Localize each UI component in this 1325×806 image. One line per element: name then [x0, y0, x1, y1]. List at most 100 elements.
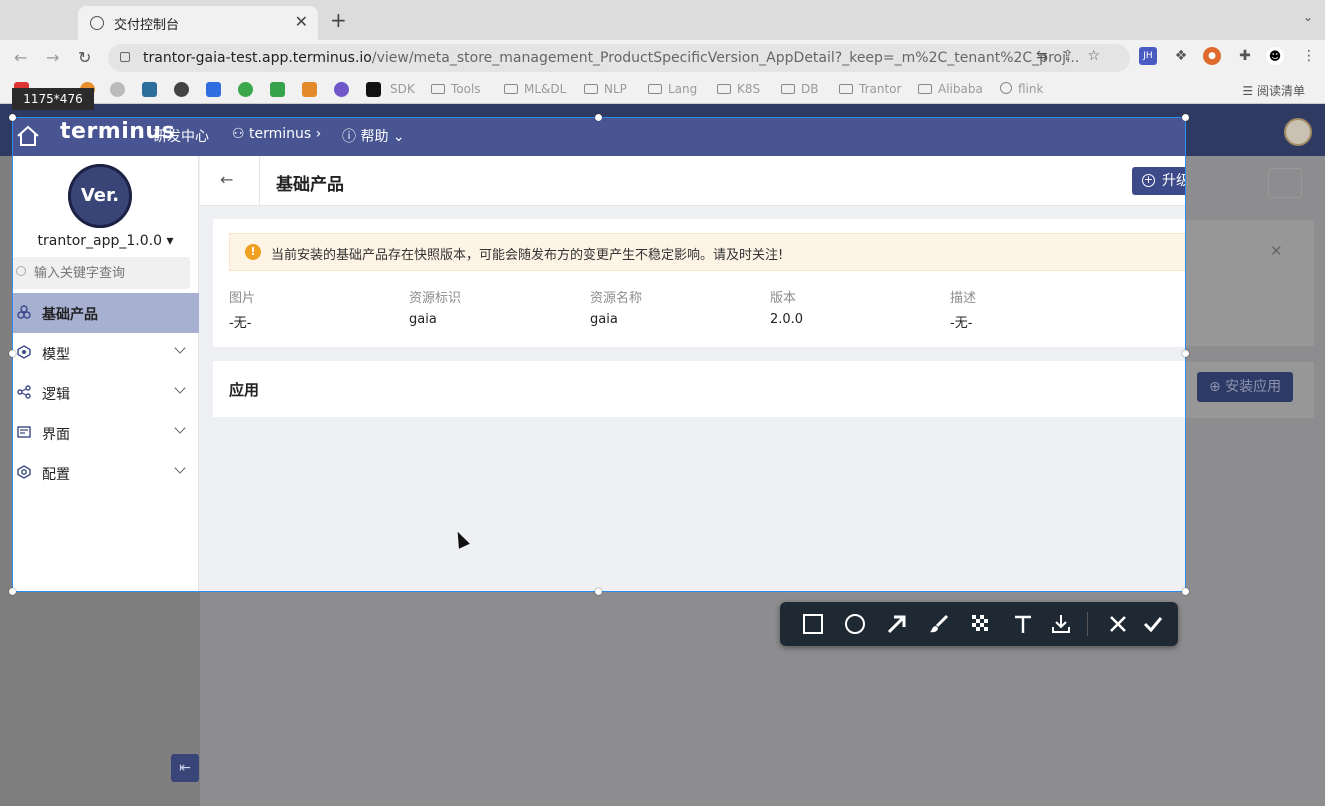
text-tool-icon[interactable]	[1011, 612, 1035, 636]
nav-dev-center[interactable]: 研发中心	[153, 126, 209, 146]
resize-handle[interactable]	[595, 114, 602, 121]
bookmark-db[interactable]: DB	[781, 82, 818, 96]
extension-puzzle-outline-icon[interactable]: ❖	[1172, 47, 1190, 65]
alert-message: 当前安装的基础产品存在快照版本，可能会随发布方的变更产生不稳定影响。请及时关注!	[271, 248, 784, 263]
plus-circle-icon: ⊕	[1209, 379, 1226, 395]
bookmark-flink[interactable]: flink	[1000, 82, 1043, 96]
back-arrow-icon[interactable]: ←	[220, 170, 233, 189]
collapse-sidebar-icon[interactable]: ⇤	[171, 754, 199, 782]
github-icon[interactable]	[110, 82, 125, 97]
sidebar-item-logic[interactable]: 逻辑	[12, 373, 199, 413]
profile-avatar-icon[interactable]: ☻	[1266, 47, 1284, 65]
bookmark-sdk[interactable]: SDK	[390, 82, 415, 96]
download-tool-icon[interactable]	[1049, 612, 1073, 636]
sidebar-search[interactable]	[12, 257, 190, 289]
resize-handle[interactable]	[9, 350, 16, 357]
product-info-card: ! 当前安装的基础产品存在快照版本，可能会随发布方的变更产生不稳定影响。请及时关…	[213, 219, 1186, 347]
browser-tabstrip: 交付控制台 ✕ + ⌄	[0, 0, 1325, 40]
browser-tab[interactable]: 交付控制台 ✕	[78, 6, 318, 40]
jetbrains-icon[interactable]	[366, 82, 381, 97]
bookmark-k8s[interactable]: K8S	[717, 82, 760, 96]
bookmarks-bar: SDK Tools ML&DL NLP Lang K8S DB Trantor …	[0, 76, 1325, 104]
sidebar-item-model[interactable]: 模型	[12, 333, 199, 373]
install-app-button[interactable]: ⊕ 安装应用	[1197, 372, 1293, 402]
field-value: -无-	[229, 316, 252, 331]
cancel-capture-icon[interactable]	[1106, 612, 1130, 636]
bookmark-green-icon[interactable]	[238, 82, 253, 97]
resize-handle[interactable]	[595, 588, 602, 595]
confirm-capture-icon[interactable]	[1141, 612, 1165, 636]
field-label: 描述	[950, 291, 977, 306]
new-tab-button[interactable]: +	[330, 8, 347, 32]
forward-arrow-icon[interactable]: →	[46, 48, 59, 67]
bookmark-flame-icon[interactable]	[302, 82, 317, 97]
chevron-down-icon	[174, 462, 186, 474]
extensions-icon[interactable]: ✚	[1236, 47, 1254, 65]
tab-search-chevron-icon[interactable]: ⌄	[1303, 10, 1313, 24]
sidebar-search-input[interactable]	[34, 257, 184, 289]
main-content: ← 基础产品 +升级产品 ! 当前安装的基础产品存在快照版本，可能会随发布方的变…	[200, 156, 1186, 592]
extension-jh-icon[interactable]: JH	[1139, 47, 1157, 65]
upgrade-product-button[interactable]: +升级产品	[1132, 167, 1186, 195]
back-arrow-icon[interactable]: ←	[14, 48, 27, 67]
version-badge: Ver.	[68, 164, 132, 228]
nav-help[interactable]: ⓘ 帮助 ⌄	[342, 126, 405, 146]
panel-toggle-button[interactable]	[1268, 168, 1302, 198]
arrow-tool-icon[interactable]	[885, 612, 909, 636]
reading-list[interactable]: ☰ 阅读清单	[1242, 82, 1305, 99]
globe-icon	[90, 16, 104, 30]
bookmark-purple-icon[interactable]	[334, 82, 349, 97]
sidebar-item-config[interactable]: 配置	[12, 453, 199, 493]
field-label: 资源标识	[409, 291, 462, 306]
resize-handle[interactable]	[1182, 350, 1189, 357]
home-icon[interactable]	[16, 125, 40, 147]
snapshot-warning-alert: ! 当前安装的基础产品存在快照版本，可能会随发布方的变更产生不稳定影响。请及时关…	[229, 233, 1186, 271]
bookmark-tools[interactable]: Tools	[431, 82, 481, 96]
bookmark-nlp[interactable]: NLP	[584, 82, 627, 96]
rectangle-tool-icon[interactable]	[801, 612, 825, 636]
kebab-menu-icon[interactable]: ⋮	[1300, 47, 1318, 65]
nav-org-switcher[interactable]: ⚇ terminus ›	[232, 126, 321, 142]
app-header: terminus 研发中心 ⚇ terminus › ⓘ 帮助 ⌄	[12, 117, 1186, 156]
sidebar-item-ui[interactable]: 界面	[12, 413, 199, 453]
page-title: 基础产品	[276, 175, 344, 195]
browser-toolbar: ← → ↻ trantor-gaia-test.app.terminus.io/…	[0, 40, 1325, 76]
plus-circle-icon: +	[1142, 173, 1155, 187]
bookmark-alibaba[interactable]: Alibaba	[918, 82, 983, 96]
close-tab-icon[interactable]: ✕	[295, 12, 308, 31]
bookmark-lang[interactable]: Lang	[648, 82, 697, 96]
ellipse-tool-icon[interactable]	[843, 612, 867, 636]
brush-tool-icon[interactable]	[927, 612, 951, 636]
resize-handle[interactable]	[9, 588, 16, 595]
translate-icon[interactable]: ⇆	[1036, 48, 1062, 64]
share-icon[interactable]: ⇪	[1062, 48, 1088, 64]
bookmark-blue-icon[interactable]	[142, 82, 157, 97]
address-bar[interactable]: trantor-gaia-test.app.terminus.io/view/m…	[108, 44, 1130, 72]
search-icon	[16, 266, 26, 276]
folder-icon	[839, 84, 853, 94]
tab-title: 交付控制台	[114, 18, 180, 33]
screenshot-toolbar	[780, 602, 1178, 646]
alert-close-icon[interactable]: ✕	[1270, 242, 1283, 260]
sidebar-item-base-product[interactable]: 基础产品	[12, 293, 199, 333]
user-avatar[interactable]	[1284, 118, 1312, 146]
resize-handle[interactable]	[9, 114, 16, 121]
folder-icon	[781, 84, 795, 94]
resize-handle[interactable]	[1182, 114, 1189, 121]
warning-icon: !	[245, 244, 261, 260]
bing-icon[interactable]	[206, 82, 221, 97]
app-selector[interactable]: trantor_app_1.0.0 ▾	[12, 233, 199, 249]
resize-handle[interactable]	[1182, 588, 1189, 595]
star-icon[interactable]: ☆	[1087, 48, 1114, 64]
field-value: -无-	[950, 316, 973, 331]
toolbar-divider	[1087, 612, 1088, 636]
bookmark-ml-dl[interactable]: ML&DL	[504, 82, 566, 96]
bookmark-leaf-icon[interactable]	[270, 82, 285, 97]
mosaic-tool-icon[interactable]	[969, 612, 993, 636]
applications-card: 应用	[213, 361, 1186, 417]
sidebar-item-label: 逻辑	[42, 387, 70, 403]
reload-icon[interactable]: ↻	[78, 48, 91, 67]
bookmark-trantor[interactable]: Trantor	[839, 82, 901, 96]
bookmark-dark-icon[interactable]	[174, 82, 189, 97]
extension-orange-icon[interactable]: ●	[1203, 47, 1221, 65]
